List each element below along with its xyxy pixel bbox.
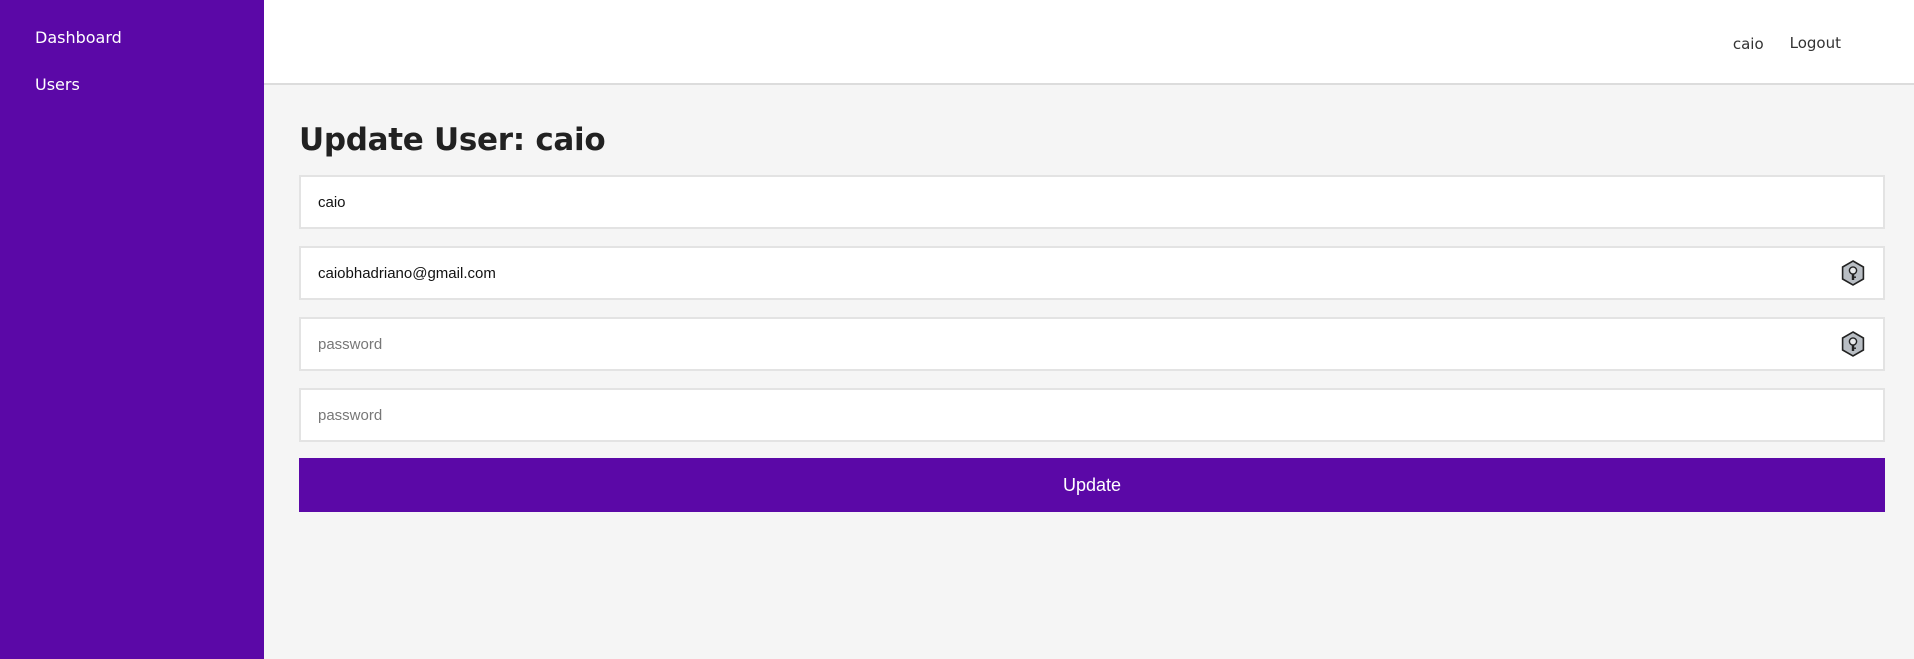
email-field-wrapper (299, 246, 1885, 300)
update-button[interactable]: Update (299, 458, 1885, 512)
key-icon[interactable] (1839, 330, 1867, 358)
password-confirm-field-wrapper (299, 388, 1885, 442)
logout-link[interactable]: Logout (1790, 34, 1841, 52)
current-username: caio (1732, 34, 1764, 53)
app: Dashboard Users caio Logout Update User:… (0, 0, 1914, 659)
email-field[interactable] (301, 248, 1883, 298)
sidebar: Dashboard Users (0, 0, 264, 659)
name-field-wrapper (299, 175, 1885, 229)
key-icon[interactable] (1839, 259, 1867, 287)
update-user-form: Update User: caio caio caiobhadriano@gma… (264, 85, 1914, 512)
topbar: caio Logout (264, 0, 1914, 85)
password-field[interactable] (301, 319, 1883, 369)
sidebar-item-dashboard[interactable]: Dashboard (0, 24, 264, 71)
main-area: caio Logout Update User: caio caio caiob… (264, 0, 1914, 659)
name-field[interactable] (301, 177, 1883, 227)
password-field-wrapper (299, 317, 1885, 371)
page-title: Update User: caio (299, 122, 606, 158)
password-confirm-field[interactable] (301, 390, 1883, 440)
sidebar-item-users[interactable]: Users (0, 71, 264, 118)
